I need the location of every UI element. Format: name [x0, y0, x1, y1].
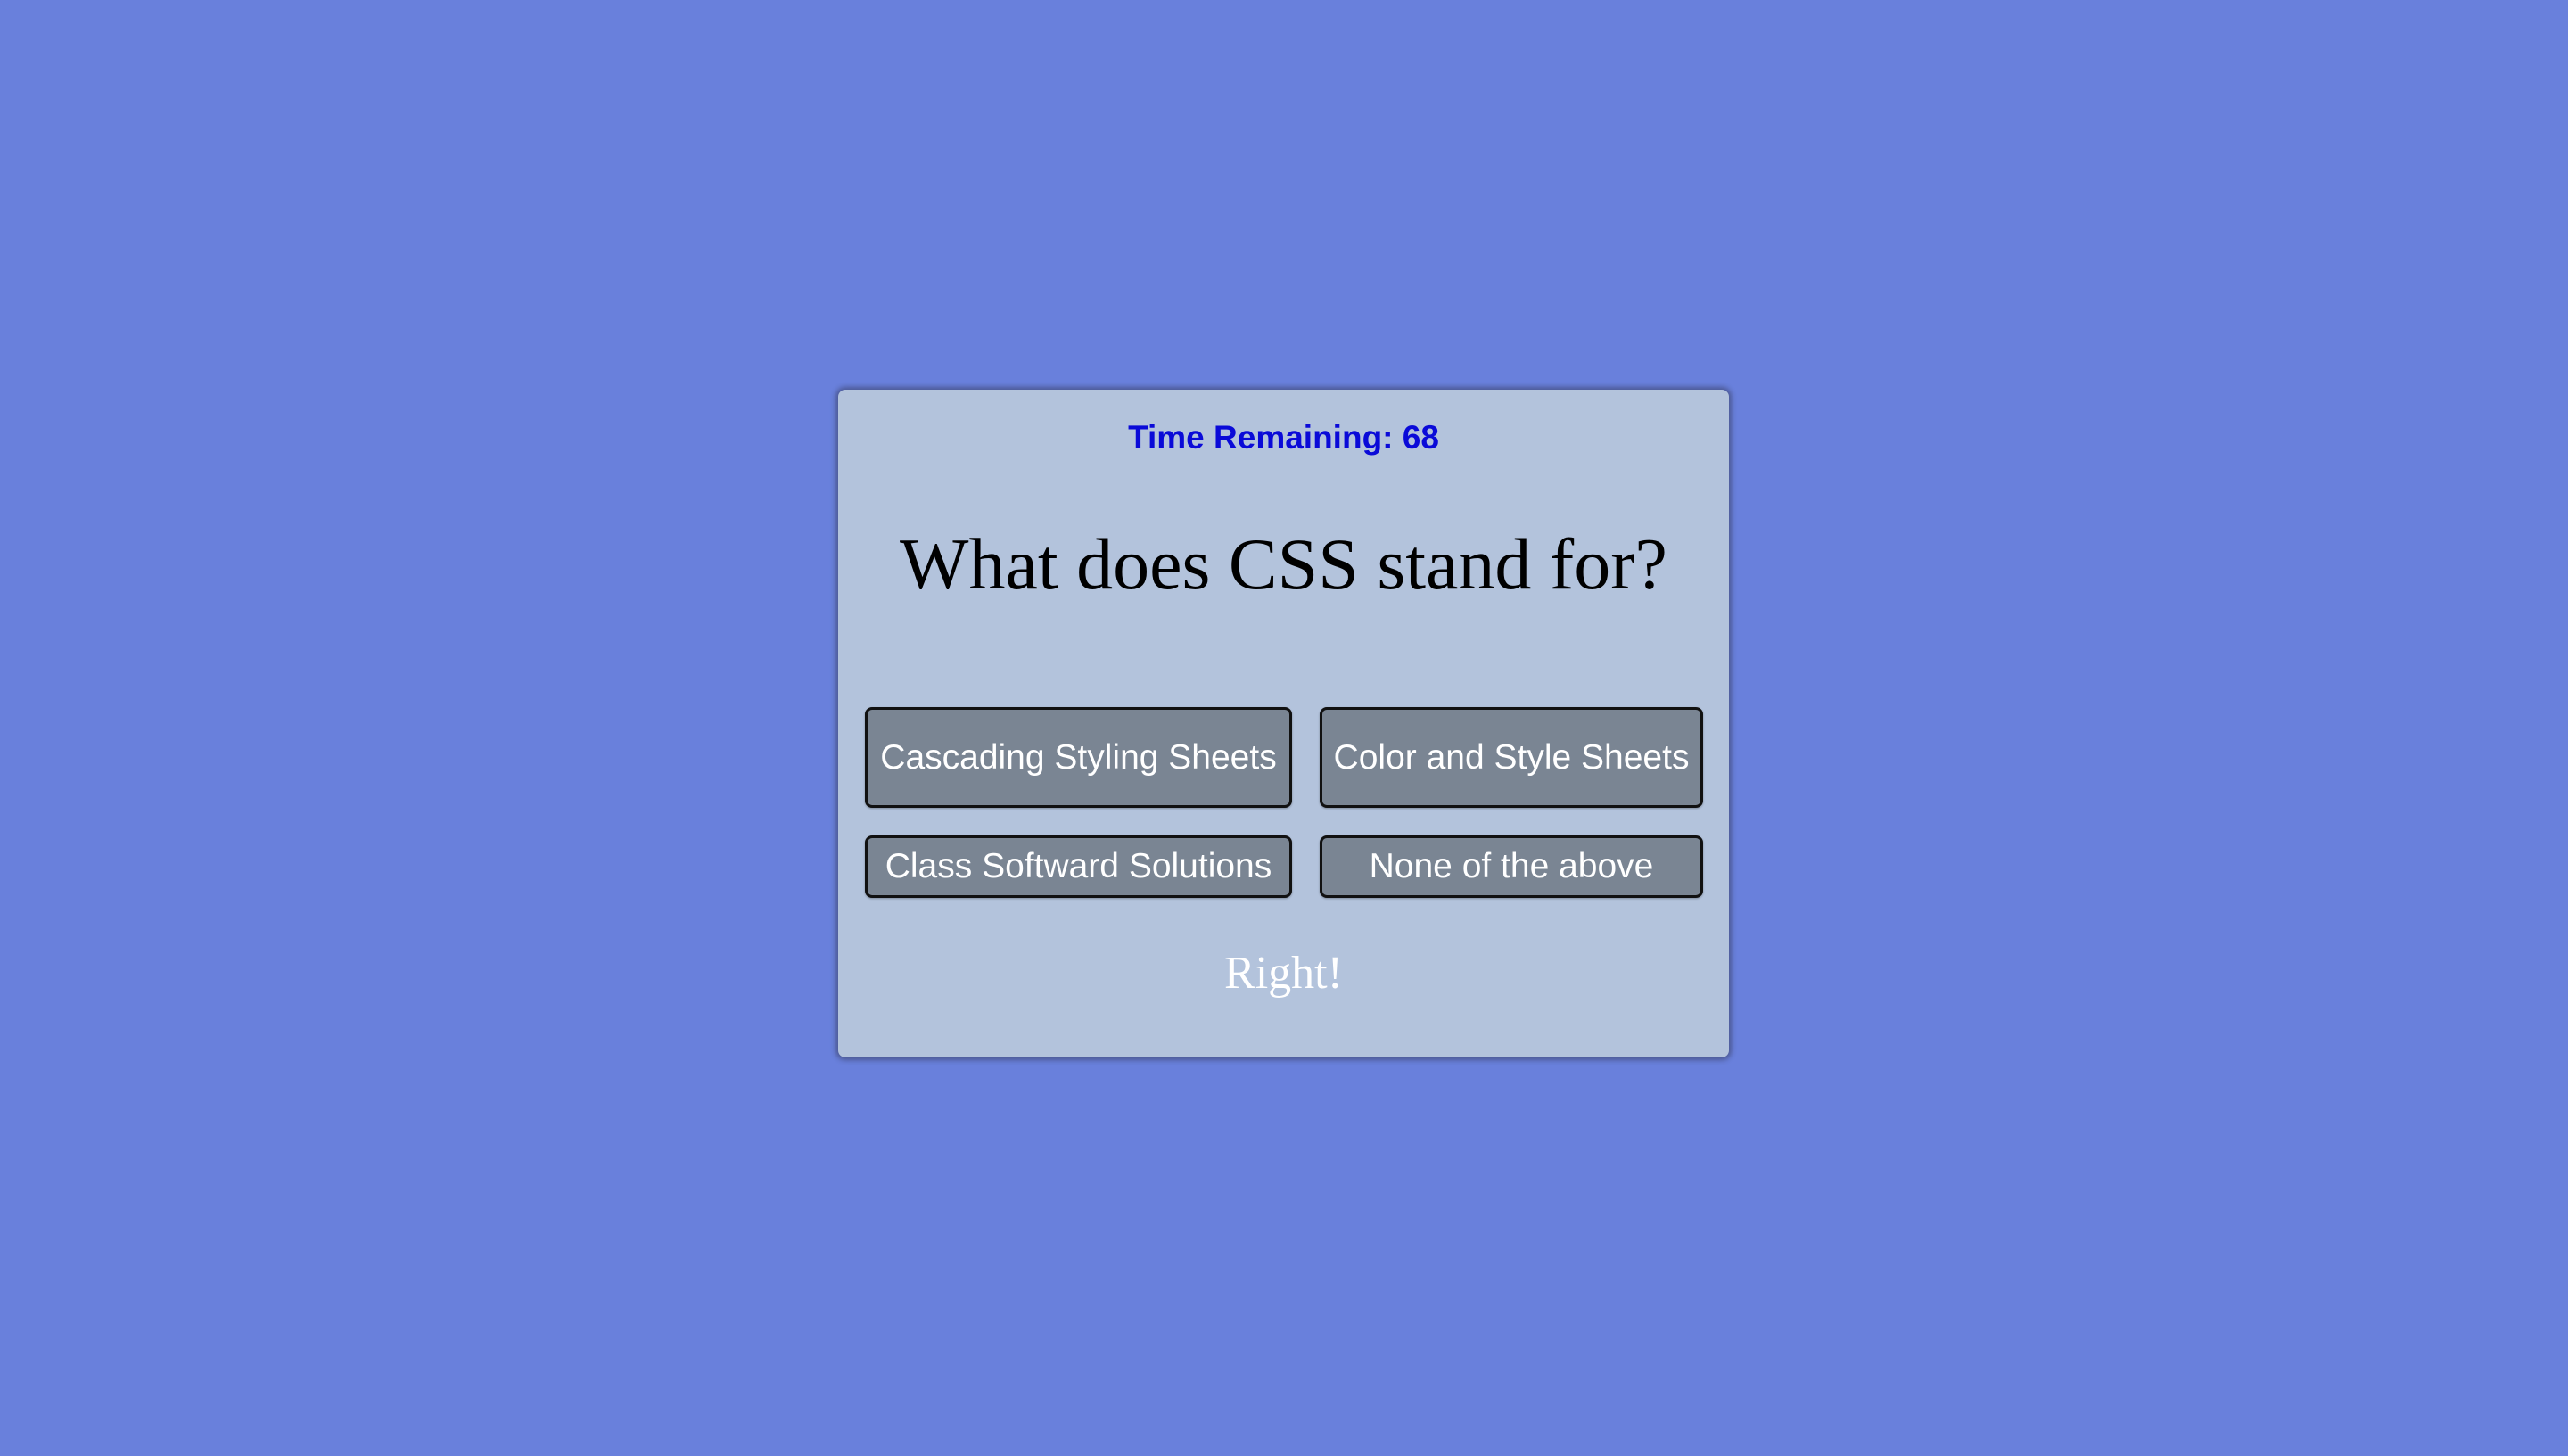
answer-button-none-of-the-above[interactable]: None of the above [1320, 835, 1703, 898]
quiz-card: Time Remaining: 68 What does CSS stand f… [838, 390, 1729, 1057]
answer-button-class-softward-solutions[interactable]: Class Softward Solutions [865, 835, 1292, 898]
answer-button-cascading-styling-sheets[interactable]: Cascading Styling Sheets [865, 707, 1292, 808]
answer-feedback: Right! [1224, 948, 1343, 999]
time-remaining-label: Time Remaining: 68 [1128, 419, 1439, 456]
page-background: { "timer": { "label": "Time Remaining: 6… [0, 0, 2568, 1456]
answer-button-color-and-style-sheets[interactable]: Color and Style Sheets [1320, 707, 1703, 808]
question-text: What does CSS stand for? [900, 523, 1667, 605]
